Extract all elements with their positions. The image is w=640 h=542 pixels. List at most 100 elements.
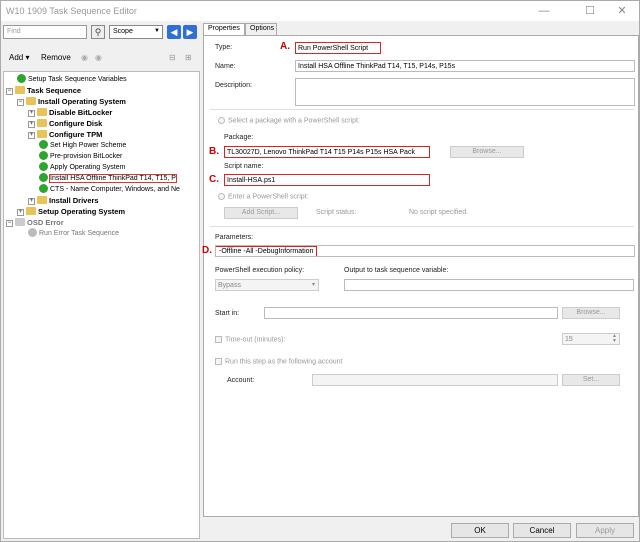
enter-script-option[interactable]: Enter a PowerShell script:	[218, 193, 309, 200]
tree-item[interactable]: − Install Operating System	[17, 96, 126, 107]
tree-item[interactable]: Install HSA Offline ThinkPad T14, T15, P	[39, 172, 177, 184]
expand-icon[interactable]: +	[28, 109, 35, 117]
add-label: Add	[9, 53, 24, 62]
scope-dropdown[interactable]: Scope ▼	[109, 25, 163, 39]
apply-button[interactable]: Apply	[576, 523, 634, 538]
timeout-option[interactable]: Time-out (minutes):	[215, 336, 285, 343]
task-sequence-tree: Setup Task Sequence Variables − Task Seque…	[3, 71, 200, 539]
tree-item[interactable]: Setup Task Sequence Variables	[17, 73, 127, 85]
search-icon[interactable]: ⚲	[91, 25, 105, 39]
search-input[interactable]: Find	[3, 25, 87, 39]
type-field: Run PowerShell Script	[295, 42, 381, 54]
output-variable-field[interactable]	[344, 279, 634, 291]
tree-item[interactable]: CTS - Name Computer, Windows, and Ne	[39, 183, 180, 195]
marker-c: C.	[209, 174, 219, 185]
browse-package-button[interactable]: Browse...	[450, 146, 524, 158]
check-icon	[39, 139, 48, 149]
description-label: Description:	[215, 82, 252, 89]
tree-item[interactable]: Apply Operating System	[39, 161, 126, 173]
name-label: Name:	[215, 63, 236, 70]
tree-item[interactable]: − Task Sequence	[6, 85, 81, 96]
move-up-icon[interactable]: ◉	[81, 53, 88, 62]
add-button[interactable]: Add ▾	[9, 53, 29, 62]
tree-item-label: OSD Error	[27, 218, 64, 227]
run-as-label: Run this step as the following account	[225, 358, 343, 366]
expand-icon[interactable]: +	[17, 208, 24, 216]
select-package-label: Select a package with a PowerShell scrip…	[228, 117, 360, 125]
cancel-button[interactable]: Cancel	[513, 523, 571, 538]
start-in-field[interactable]	[264, 307, 558, 319]
script-name-field[interactable]: Install-HSA.ps1	[224, 174, 430, 186]
expand-icon[interactable]: +	[28, 197, 35, 205]
tree-item-label: Apply Operating System	[50, 164, 126, 171]
move-down-icon[interactable]: ◉	[95, 53, 102, 62]
check-icon	[39, 172, 48, 182]
check-icon	[39, 161, 48, 171]
minimize-button[interactable]: —	[529, 3, 559, 19]
tree-item[interactable]: − OSD Error	[6, 217, 64, 228]
expand-icon[interactable]: ⊞	[185, 53, 192, 62]
select-package-option[interactable]: Select a package with a PowerShell scrip…	[218, 117, 360, 124]
window-title: W10 1909 Task Sequence Editor	[6, 6, 137, 16]
maximize-button[interactable]: ☐	[575, 3, 605, 19]
divider	[210, 109, 634, 110]
add-script-button[interactable]: Add Script...	[224, 207, 298, 219]
tree-item-label: Configure Disk	[49, 119, 103, 128]
expand-icon[interactable]: +	[28, 120, 35, 128]
parameters-field[interactable]: -Offline -All -DebugInformation	[215, 245, 635, 257]
tab-options[interactable]: Options	[245, 23, 277, 35]
right-pane: Properties Options Type: A. Run PowerShe…	[202, 23, 639, 517]
chevron-down-icon: ▾	[311, 282, 315, 288]
tree-item[interactable]: + Configure Disk	[28, 118, 102, 129]
tree-item[interactable]: + Disable BitLocker	[28, 107, 112, 118]
tree-toolbar: Add ▾ Remove ◉ ◉ ⊟ ⊞	[3, 53, 200, 67]
output-label: Output to task sequence variable:	[344, 267, 449, 274]
close-button[interactable]: ✕	[607, 3, 637, 19]
collapse-icon[interactable]: −	[6, 219, 13, 227]
folder-gray-icon	[15, 218, 25, 227]
ok-button[interactable]: OK	[451, 523, 509, 538]
name-field[interactable]: Install HSA Offline ThinkPad T14, T15, P…	[295, 60, 635, 72]
enter-script-label: Enter a PowerShell script:	[228, 193, 309, 201]
set-account-button[interactable]: Set...	[562, 374, 620, 386]
folder-icon	[15, 86, 25, 95]
remove-button[interactable]: Remove	[41, 53, 71, 62]
tree-item[interactable]: + Configure TPM	[28, 129, 102, 140]
collapse-icon[interactable]: −	[17, 98, 24, 106]
check-icon	[39, 183, 48, 193]
back-arrow-icon[interactable]: ◀	[167, 25, 181, 39]
browse-start-in-button[interactable]: Browse...	[562, 307, 620, 319]
collapse-icon[interactable]: −	[6, 87, 13, 95]
properties-panel: Type: A. Run PowerShell Script Name: Ins…	[202, 35, 639, 517]
collapse-icon[interactable]: ⊟	[169, 53, 176, 62]
parameters-label: Parameters:	[215, 234, 254, 241]
divider	[210, 226, 634, 227]
folder-check-icon	[37, 119, 47, 128]
tree-item[interactable]: + Install Drivers	[28, 195, 99, 206]
tree-item-label: Set High Power Scheme	[50, 142, 127, 149]
folder-check-icon	[37, 108, 47, 117]
account-field[interactable]	[312, 374, 558, 386]
tree-item-label: CTS - Name Computer, Windows, and Ne	[50, 186, 180, 193]
check-icon	[17, 73, 26, 83]
policy-dropdown[interactable]: Bypass ▾	[215, 279, 319, 291]
left-pane: Find ⚲ Scope ▼ ◀ ▶ Add ▾ Remove ◉ ◉ ⊟ ⊞ S…	[3, 23, 200, 539]
tree-item[interactable]: Run Error Task Sequence	[28, 227, 120, 239]
description-field[interactable]	[295, 78, 635, 106]
timeout-stepper[interactable]: 15 ▲ ▼	[562, 333, 620, 345]
tree-item[interactable]: Set High Power Scheme	[39, 139, 127, 151]
scope-value: Scope	[113, 28, 133, 35]
folder-check-icon	[26, 97, 36, 106]
tree-item-label: Run Error Task Sequence	[39, 230, 120, 237]
dialog-buttons: OK Cancel Apply	[1, 519, 639, 541]
run-as-option[interactable]: Run this step as the following account	[215, 358, 343, 365]
type-label: Type:	[215, 44, 233, 51]
tree-item[interactable]: + Setup Operating System	[17, 206, 125, 217]
package-label: Package:	[224, 134, 254, 141]
script-name-label: Script name:	[224, 163, 264, 170]
forward-arrow-icon[interactable]: ▶	[183, 25, 197, 39]
tree-item[interactable]: Pre-provision BitLocker	[39, 150, 122, 162]
task-sequence-editor-window: W10 1909 Task Sequence Editor — ☐ ✕ Find…	[0, 0, 640, 542]
expand-icon[interactable]: +	[28, 131, 35, 139]
check-icon	[39, 150, 48, 160]
